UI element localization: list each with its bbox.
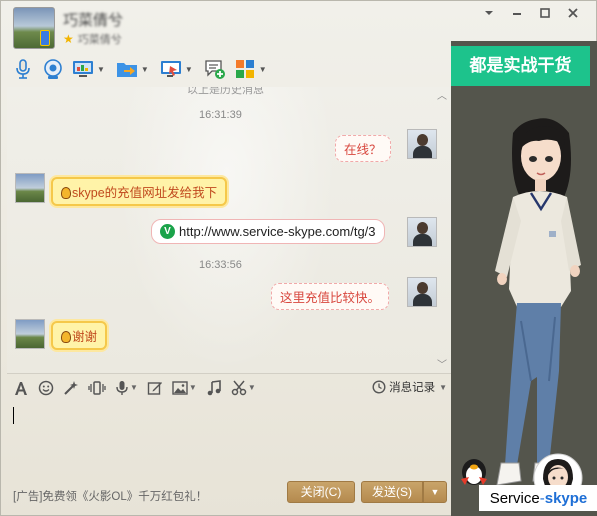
send-options-button[interactable]: ▼ <box>423 481 447 503</box>
contact-name[interactable]: 巧菜倩兮 <box>63 9 123 30</box>
minimize-button[interactable] <box>510 7 524 21</box>
scroll-down-icon[interactable]: ﹀ <box>437 356 447 371</box>
penguin-mascot-icon <box>461 459 487 485</box>
maximize-button[interactable] <box>538 7 552 21</box>
chat-history[interactable]: 以上是历史消息 ︿ 16:31:39 在线？ skype的充值网址发给我下 V … <box>7 87 451 373</box>
group-chat-button[interactable] <box>203 57 227 81</box>
font-icon[interactable] <box>13 380 29 396</box>
window-controls <box>482 7 580 21</box>
clock-icon <box>372 380 386 394</box>
image-icon[interactable]: ▼ <box>172 380 197 396</box>
contact-signature-text: 巧菜倩兮 <box>77 34 122 46</box>
scroll-up-icon[interactable]: ︿ <box>437 87 447 102</box>
scissors-icon[interactable]: ▼ <box>231 380 256 396</box>
message-text: skype的充值网址发给我下 <box>72 186 218 200</box>
contact-signature: ★ 巧菜倩兮 <box>63 31 122 47</box>
message-history-label: 消息记录 <box>389 382 436 394</box>
file-transfer-button[interactable]: ▼ <box>115 57 153 81</box>
chat-toolbar: ▼ ▼ ▼ ▼ <box>11 55 271 83</box>
close-window-button[interactable] <box>566 7 580 21</box>
message-bubble[interactable]: 这里充值比较快。 <box>271 283 390 310</box>
voice-icon[interactable]: ▼ <box>115 380 138 396</box>
magic-icon[interactable] <box>63 380 79 396</box>
verified-icon: V <box>160 224 175 239</box>
dropdown-icon[interactable] <box>482 7 496 21</box>
promo-banner[interactable]: 都是实战干货 <box>451 46 590 86</box>
brand-suffix: skype <box>544 489 588 507</box>
character-illustration[interactable] <box>451 81 597 516</box>
chevron-down-icon: ▼ <box>439 382 447 392</box>
video-call-button[interactable] <box>41 57 65 81</box>
chick-icon <box>61 187 71 199</box>
my-avatar[interactable] <box>407 217 437 247</box>
message-bubble[interactable]: 在线？ <box>335 135 391 162</box>
file-transfer-dropdown-icon[interactable]: ▼ <box>141 65 149 74</box>
chat-window: 巧菜倩兮 ★ 巧菜倩兮 ▼ ▼ ▼ ▼ 以上是历史消息 ︿ 16:31:39 在… <box>0 0 597 516</box>
voice-call-button[interactable] <box>11 57 35 81</box>
apps-dropdown-icon[interactable]: ▼ <box>259 65 267 74</box>
brand-prefix: Service <box>489 489 540 507</box>
timestamp: 16:31:39 <box>199 109 242 121</box>
right-panel: 都是实战干货 Service - skype <box>451 41 597 516</box>
history-hint: 以上是历史消息 <box>187 87 264 96</box>
message-history-button[interactable]: 消息记录 ▼ <box>372 379 447 395</box>
message-link[interactable]: http://www.service-skype.com/tg/3 <box>179 224 376 239</box>
edit-icon[interactable] <box>147 380 163 396</box>
message-text: 谢谢 <box>72 330 98 344</box>
message-bubble[interactable]: skype的充值网址发给我下 <box>51 177 228 206</box>
microphone-icon <box>11 57 35 81</box>
contact-avatar[interactable] <box>13 7 55 49</box>
timestamp: 16:33:56 <box>199 259 242 271</box>
screen-share-icon <box>71 57 95 81</box>
file-transfer-icon <box>115 57 139 81</box>
close-button[interactable]: 关闭(C) <box>287 481 355 503</box>
screen-share-dropdown-icon[interactable]: ▼ <box>97 65 105 74</box>
chick-icon <box>61 331 71 343</box>
remote-desktop-dropdown-icon[interactable]: ▼ <box>185 65 193 74</box>
video-call-icon <box>41 57 65 81</box>
message-input[interactable] <box>7 401 451 473</box>
emoji-icon[interactable] <box>38 380 54 396</box>
message-bubble[interactable]: V http://www.service-skype.com/tg/3 <box>151 219 385 244</box>
bottom-bar: [广告]免费领《火影OL》千万红包礼！ 关闭(C) 发送(S) ▼ <box>7 479 451 509</box>
star-icon: ★ <box>63 32 74 46</box>
ad-link[interactable]: [广告]免费领《火影OL》千万红包礼！ <box>13 488 207 504</box>
remote-desktop-icon <box>159 57 183 81</box>
message-bubble[interactable]: 谢谢 <box>51 321 108 350</box>
brand-watermark: Service - skype <box>479 485 597 511</box>
chevron-down-icon: ▼ <box>430 487 440 497</box>
send-button[interactable]: 发送(S) <box>361 481 423 503</box>
group-chat-icon <box>203 57 227 81</box>
my-avatar[interactable] <box>407 277 437 307</box>
mobile-status-icon <box>40 30 50 46</box>
apps-button[interactable]: ▼ <box>233 57 271 81</box>
input-toolbar: ▼ ▼ ▼ 消息记录 ▼ <box>7 373 451 401</box>
remote-desktop-button[interactable]: ▼ <box>159 57 197 81</box>
friend-avatar[interactable] <box>15 173 45 203</box>
friend-avatar[interactable] <box>15 319 45 349</box>
shake-icon[interactable] <box>88 380 106 396</box>
my-avatar[interactable] <box>407 129 437 159</box>
apps-icon <box>233 57 257 81</box>
music-icon[interactable] <box>206 379 222 396</box>
screen-share-button[interactable]: ▼ <box>71 57 109 81</box>
text-cursor <box>13 407 14 424</box>
